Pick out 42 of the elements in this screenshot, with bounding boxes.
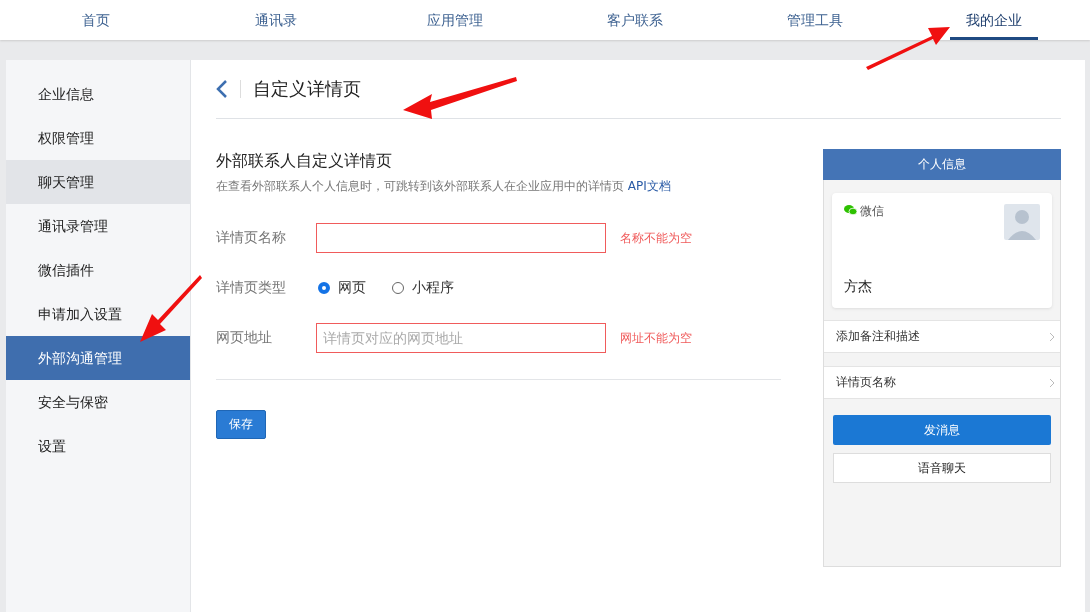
nav-tab[interactable]: 应用管理: [411, 0, 500, 40]
save-button[interactable]: 保存: [216, 410, 266, 439]
row-label: 详情页名称: [836, 374, 896, 391]
section-description: 在查看外部联系人个人信息时，可跳转到该外部联系人在企业应用中的详情页: [216, 179, 624, 193]
contact-name: 方杰: [844, 278, 873, 296]
api-doc-link[interactable]: API文档: [627, 179, 671, 193]
sidebar-item[interactable]: 企业信息: [6, 72, 190, 116]
sidebar-item[interactable]: 设置: [6, 424, 190, 468]
sidebar-item[interactable]: 聊天管理: [6, 160, 190, 204]
chevron-right-icon: [1049, 377, 1055, 388]
field-label: 网页地址: [216, 329, 273, 347]
back-icon[interactable]: [216, 80, 228, 98]
nav-tab[interactable]: 客户联系: [590, 0, 679, 40]
chat-bubbles-icon: [844, 205, 857, 215]
nav-tab[interactable]: 我的企业: [950, 0, 1039, 40]
voice-chat-button[interactable]: 语音聊天: [833, 453, 1051, 483]
nav-tab[interactable]: 首页: [65, 0, 126, 40]
sidebar-item[interactable]: 权限管理: [6, 116, 190, 160]
error-message: 名称不能为空: [620, 229, 692, 247]
send-message-button[interactable]: 发消息: [833, 415, 1051, 445]
sidebar-item[interactable]: 安全与保密: [6, 380, 190, 424]
preview-header: 个人信息: [823, 149, 1061, 180]
page-title: 自定义详情页: [253, 77, 361, 101]
error-message: 网址不能为空: [620, 329, 692, 347]
sidebar-item[interactable]: 外部沟通管理: [6, 336, 190, 380]
field-label: 详情页类型: [216, 279, 287, 297]
radio-label: 小程序: [412, 279, 454, 297]
sidebar-item[interactable]: 微信插件: [6, 248, 190, 292]
nav-tab[interactable]: 通讯录: [238, 0, 313, 40]
sidebar-item[interactable]: 申请加入设置: [6, 292, 190, 336]
avatar-placeholder: [1004, 204, 1040, 240]
text-input-field[interactable]: 详情页对应的网页地址: [316, 323, 606, 353]
chevron-right-icon: [1049, 331, 1055, 342]
source-label: 微信: [860, 205, 885, 217]
section-title: 外部联系人自定义详情页: [216, 151, 393, 172]
nav-tab[interactable]: 管理工具: [770, 0, 859, 40]
sidebar-item[interactable]: 通讯录管理: [6, 204, 190, 248]
row-label: 添加备注和描述: [836, 328, 920, 345]
radio-button[interactable]: [318, 282, 330, 294]
radio-label: 网页: [338, 279, 366, 297]
field-label: 详情页名称: [216, 229, 287, 247]
text-input-field[interactable]: [316, 223, 606, 253]
